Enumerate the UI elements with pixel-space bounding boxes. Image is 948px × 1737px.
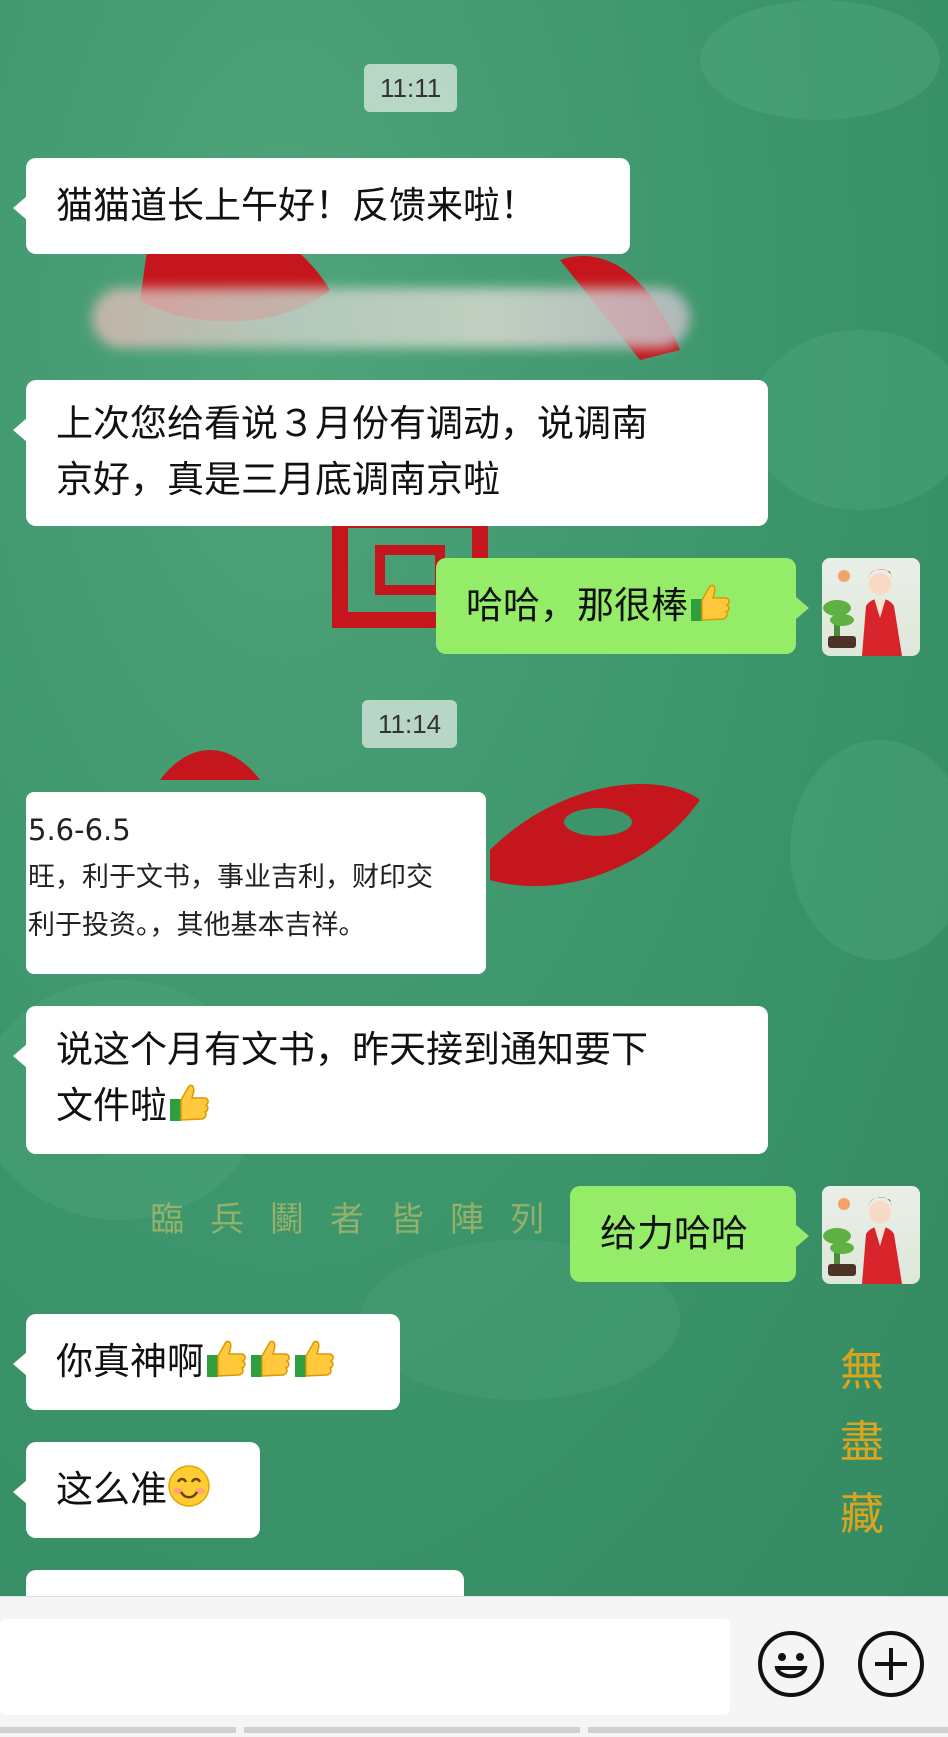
blurred-message [92, 288, 690, 348]
message-text-line: 上次您给看说３月份有调动，说调南 [56, 402, 648, 445]
message-text: 给力哈哈 [600, 1212, 748, 1255]
message-input[interactable] [0, 1619, 730, 1715]
message-text-line: 文件啦 [56, 1084, 167, 1127]
image-text-line: 利于投资。，其他基本吉祥。 [28, 910, 366, 941]
image-text-line: 旺，利于文书，事业吉利，财印交 [28, 862, 433, 893]
incoming-message[interactable]: 上次您给看说３月份有调动，说调南 京好，真是三月底调南京啦 [13, 380, 768, 526]
scrollbar [244, 1727, 580, 1733]
plus-button[interactable] [858, 1631, 924, 1697]
smile-emoji-icon [168, 1465, 210, 1507]
avatar[interactable] [822, 1186, 920, 1284]
chat-background: 臨兵鬬者皆陣列 無盡藏 11:11 11:14 猫猫道长上午好！反馈来啦！ 上次… [0, 0, 948, 1596]
message-text: 哈哈，那很棒 [466, 584, 688, 627]
outgoing-message[interactable]: 哈哈，那很棒 [436, 558, 809, 654]
avatar[interactable] [822, 558, 920, 656]
message-text: 猫猫道长上午好！反馈来啦！ [56, 184, 537, 227]
message-text-line: 京好，真是三月底调南京啦 [56, 458, 500, 501]
background-text-row: 臨兵鬬者皆陣列 [150, 1200, 570, 1240]
timestamp: 11:11 [364, 64, 458, 112]
avatar-figure-icon [823, 1197, 902, 1284]
avatar-figure-icon [823, 569, 902, 656]
background-text-vertical: 無盡藏 [840, 1345, 884, 1540]
input-bar [0, 1596, 948, 1737]
incoming-message[interactable]: 说这个月有文书，昨天接到通知要下 文件啦 [13, 1006, 768, 1154]
scrollbar [588, 1727, 948, 1733]
incoming-message[interactable]: 你真神啊 [13, 1314, 400, 1410]
incoming-message-partial[interactable] [26, 1570, 464, 1596]
emoji-button[interactable] [758, 1631, 824, 1697]
message-text: 你真神啊 [56, 1340, 204, 1383]
thumbs-up-icon [251, 1340, 290, 1377]
emoji-icon [774, 1653, 808, 1679]
outgoing-message[interactable]: 给力哈哈 [570, 1186, 809, 1282]
image-message[interactable]: 5.6-6.5 旺，利于文书，事业吉利，财印交 利于投资。，其他基本吉祥。 [26, 792, 486, 974]
thumbs-up-icon [170, 1084, 209, 1121]
image-text-line: 5.6-6.5 [28, 813, 131, 847]
timestamp: 11:14 [362, 700, 458, 748]
incoming-message[interactable]: 猫猫道长上午好！反馈来啦！ [13, 158, 630, 254]
message-text: 这么准 [56, 1468, 167, 1511]
message-text-line: 说这个月有文书，昨天接到通知要下 [56, 1028, 648, 1071]
plus-icon [875, 1648, 907, 1680]
thumbs-up-icon [207, 1340, 246, 1377]
incoming-message[interactable]: 这么准 [13, 1442, 260, 1538]
scrollbar [0, 1727, 236, 1733]
thumbs-up-icon [691, 584, 730, 621]
thumbs-up-icon [295, 1340, 334, 1377]
